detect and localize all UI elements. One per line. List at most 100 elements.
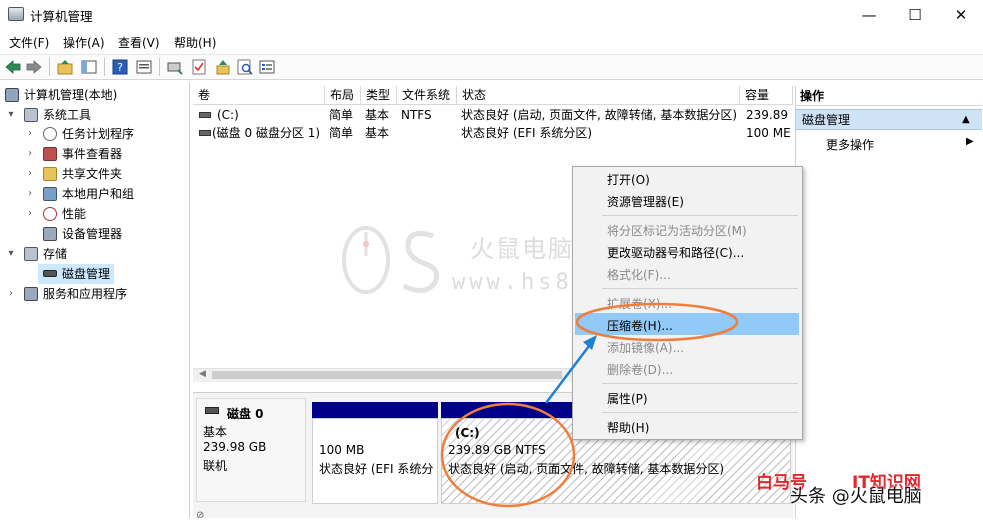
search-icon[interactable] — [236, 58, 254, 76]
ctx-add-mirror[interactable]: 添加镜像(A)... — [607, 339, 684, 356]
tree-item-storage[interactable]: ▾ 存储 — [0, 244, 190, 264]
clock-icon — [43, 127, 57, 141]
watermark-text: 火鼠电脑 — [470, 235, 574, 263]
column-header-type[interactable]: 类型 — [361, 86, 397, 105]
export-icon[interactable] — [214, 58, 232, 76]
up-folder-icon[interactable] — [56, 58, 74, 76]
forward-arrow-icon[interactable] — [25, 58, 43, 76]
partition-label: (C:) — [455, 426, 480, 440]
column-header-layout[interactable]: 布局 — [325, 86, 361, 105]
volume-icon — [199, 130, 211, 136]
disk-type: 基本 — [203, 425, 228, 439]
actions-section-disk-management[interactable]: 磁盘管理 — [796, 109, 982, 130]
actions-pane — [795, 86, 983, 518]
chevron-right-icon[interactable]: › — [24, 164, 36, 184]
cell-volume: (C:) — [217, 108, 239, 122]
storage-icon — [24, 247, 38, 261]
toolbar-separator — [104, 58, 105, 76]
disk-icon — [43, 270, 57, 277]
cell-layout: 简单 — [329, 126, 354, 140]
chevron-down-icon[interactable]: ▾ — [5, 244, 17, 264]
chevron-right-icon[interactable]: › — [24, 204, 36, 224]
watermark-logo — [338, 222, 448, 305]
tree-item-event-viewer[interactable]: › 事件查看器 — [0, 144, 190, 164]
back-arrow-icon[interactable] — [4, 58, 22, 76]
properties-icon[interactable] — [135, 58, 153, 76]
ctx-explorer[interactable]: 资源管理器(E) — [607, 193, 684, 210]
chevron-right-icon[interactable]: › — [5, 284, 17, 304]
disk-name: 磁盘 0 — [227, 407, 264, 421]
chevron-down-icon[interactable]: ▾ — [5, 105, 17, 125]
connect-icon[interactable] — [166, 58, 184, 76]
column-header-filesystem[interactable]: 文件系统 — [397, 86, 457, 105]
scroll-left-icon[interactable]: ◀ — [199, 369, 206, 379]
cell-type: 基本 — [365, 126, 390, 140]
ctx-delete-volume[interactable]: 删除卷(D)... — [607, 361, 673, 378]
ctx-open[interactable]: 打开(O) — [607, 171, 650, 188]
cell-status: 状态良好 (EFI 系统分区) — [461, 126, 593, 140]
services-icon — [24, 287, 38, 301]
cell-status: 状态良好 (启动, 页面文件, 故障转储, 基本数据分区) — [461, 108, 738, 122]
disk-icon — [205, 407, 219, 414]
title-bar — [0, 0, 983, 30]
check-icon[interactable] — [190, 58, 208, 76]
maximize-button[interactable]: ☐ — [892, 0, 938, 30]
legend-icon: ⊘ — [196, 510, 205, 521]
collapse-up-icon[interactable]: ▲ — [962, 109, 970, 130]
help-icon[interactable]: ? — [111, 58, 129, 76]
chevron-right-icon[interactable]: › — [24, 144, 36, 164]
menu-file[interactable]: 文件(F) — [9, 34, 49, 51]
volume-icon — [199, 112, 211, 118]
device-manager-icon — [43, 227, 57, 241]
column-header-volume[interactable]: 卷 — [193, 86, 325, 105]
chevron-right-icon[interactable]: › — [24, 184, 36, 204]
close-button[interactable]: ✕ — [938, 0, 983, 30]
view-icon[interactable] — [258, 58, 276, 76]
show-hide-tree-icon[interactable] — [80, 58, 98, 76]
computer-icon — [5, 88, 19, 102]
menu-separator — [602, 412, 798, 413]
more-actions-item[interactable]: 更多操作 — [826, 136, 874, 153]
performance-icon — [43, 207, 57, 221]
tree-item-local-users[interactable]: › 本地用户和组 — [0, 184, 190, 204]
table-row[interactable]: (磁盘 0 磁盘分区 1) 简单 基本 状态良好 (EFI 系统分区) 100 … — [193, 124, 793, 142]
cell-volume: (磁盘 0 磁盘分区 1) — [212, 126, 321, 140]
chevron-right-icon[interactable]: ▶ — [966, 136, 974, 147]
menu-separator — [602, 383, 798, 384]
tree-item-device-manager[interactable]: 设备管理器 — [0, 224, 190, 244]
ctx-properties[interactable]: 属性(P) — [607, 390, 648, 407]
cell-layout: 简单 — [329, 108, 354, 122]
users-icon — [43, 187, 57, 201]
cell-filesystem — [401, 124, 459, 142]
tree-item-root[interactable]: 计算机管理(本地) — [0, 85, 190, 105]
cell-filesystem: NTFS — [401, 108, 432, 122]
menu-separator — [602, 215, 798, 216]
tree-item-services-apps[interactable]: › 服务和应用程序 — [0, 284, 190, 304]
menu-help[interactable]: 帮助(H) — [174, 34, 216, 51]
menu-action[interactable]: 操作(A) — [63, 34, 105, 51]
tree-item-performance[interactable]: › 性能 — [0, 204, 190, 224]
chevron-right-icon[interactable]: › — [24, 124, 36, 144]
disk-size: 239.98 GB — [203, 440, 267, 454]
tools-icon — [24, 108, 38, 122]
scrollbar-thumb[interactable] — [212, 371, 562, 379]
tree-item-system-tools[interactable]: ▾ 系统工具 — [0, 105, 190, 125]
disk-status: 联机 — [203, 459, 228, 473]
computer-management-icon — [8, 7, 24, 21]
tree-item-disk-management[interactable]: 磁盘管理 — [0, 264, 190, 284]
ctx-change-drive-letter[interactable]: 更改驱动器号和路径(C)... — [607, 244, 744, 261]
column-header-status[interactable]: 状态 — [457, 86, 740, 105]
tree-item-shared-folders[interactable]: › 共享文件夹 — [0, 164, 190, 184]
menu-view[interactable]: 查看(V) — [118, 34, 160, 51]
ctx-mark-active[interactable]: 将分区标记为活动分区(M) — [607, 222, 747, 239]
minimize-button[interactable]: — — [846, 0, 892, 30]
ctx-shrink-volume[interactable]: 压缩卷(H)... — [607, 317, 673, 334]
table-row[interactable]: (C:) 简单 基本 NTFS 状态良好 (启动, 页面文件, 故障转储, 基本… — [193, 106, 793, 124]
ctx-help[interactable]: 帮助(H) — [607, 419, 649, 436]
ctx-format[interactable]: 格式化(F)... — [607, 266, 671, 283]
toolbar-separator — [159, 58, 160, 76]
toolbar-separator — [49, 58, 50, 76]
column-header-capacity[interactable]: 容量 — [740, 86, 793, 105]
tree-item-task-scheduler[interactable]: › 任务计划程序 — [0, 124, 190, 144]
ctx-extend-volume[interactable]: 扩展卷(X)... — [607, 295, 672, 312]
